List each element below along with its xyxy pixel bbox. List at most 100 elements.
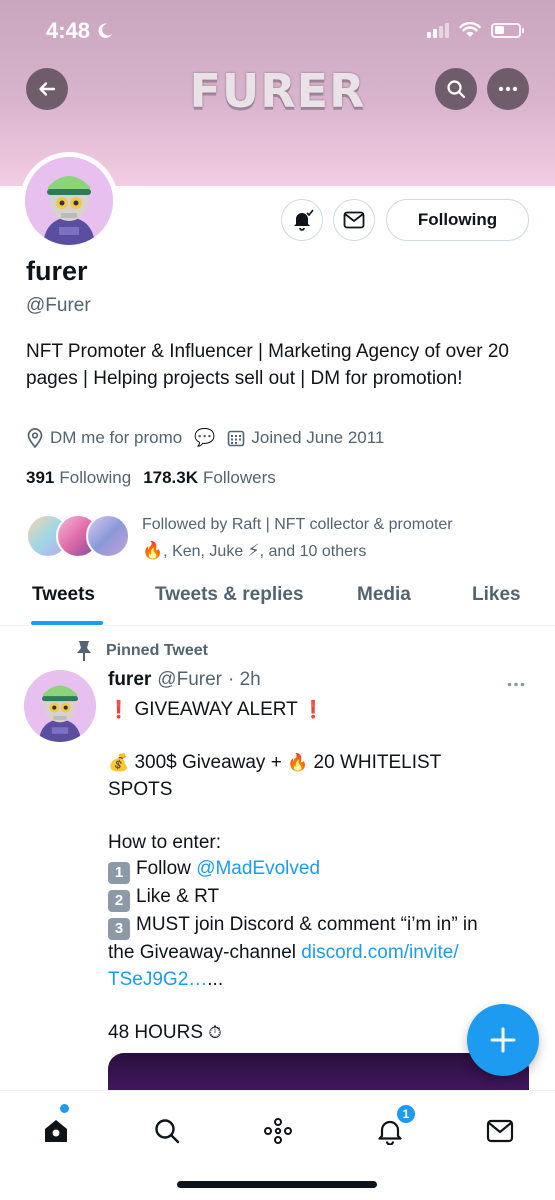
pinned-tweet-text: Pinned Tweet <box>106 642 208 659</box>
tweet-line-text: MUST join Discord & comment “i’m in” in <box>136 914 478 935</box>
keycap-emoji: 1 <box>108 862 130 884</box>
status-icons <box>427 22 524 38</box>
tweet-line-text: Like & RT <box>136 886 220 907</box>
tweet-line: How to enter: <box>108 831 221 853</box>
tweet-author-avatar[interactable] <box>24 670 96 742</box>
speech-bubble-emoji: 💬 <box>194 428 216 448</box>
tweet-line: the Giveaway-channel discord.com/invite/ <box>108 940 528 967</box>
tweet-more-button[interactable] <box>507 674 525 692</box>
mail-icon <box>343 211 365 229</box>
mention-link[interactable]: @MadEvolved <box>196 858 320 879</box>
search-icon <box>155 1119 180 1144</box>
follower-avatar <box>86 514 130 558</box>
keycap-emoji: 2 <box>108 890 130 912</box>
tweet-line: TSeJ9G2…... <box>108 967 528 994</box>
moon-icon <box>98 23 113 38</box>
plus-icon <box>490 1027 516 1053</box>
money-bag-emoji: 💰 <box>108 753 130 773</box>
tweet-time: · 2h <box>227 669 261 690</box>
tweet-line: 1 Follow @MadEvolved <box>108 856 528 884</box>
followers-count: 178.3K <box>143 468 199 487</box>
tweet-line-text: GIVEAWAY ALERT <box>129 699 303 720</box>
nav-search[interactable] <box>147 1111 187 1151</box>
tweet-author-handle[interactable]: @Furer <box>157 669 222 691</box>
following-stat[interactable]: 391 Following <box>26 468 131 488</box>
following-button[interactable]: Following <box>386 199 529 241</box>
more-button[interactable] <box>487 68 529 110</box>
tweet-line-gap <box>108 724 528 751</box>
home-icon <box>45 1120 67 1142</box>
profile-bio: NFT Promoter & Influencer | Marketing Ag… <box>26 341 509 389</box>
exclamation-emoji: ❗ <box>108 700 130 720</box>
avatar-skull-image <box>25 157 113 245</box>
following-count: 391 <box>26 468 55 487</box>
followed-by-line-2b: , and 10 others <box>259 543 367 560</box>
nav-spaces[interactable] <box>258 1111 298 1151</box>
tab-likes[interactable]: Likes <box>472 584 521 606</box>
notifications-bell-button[interactable] <box>281 199 323 241</box>
bell-icon <box>294 209 314 231</box>
followed-by-line-1: Followed by Raft | NFT collector & promo… <box>142 516 453 533</box>
home-indicator <box>177 1181 377 1188</box>
signal-icon <box>427 22 449 38</box>
tweet-line-text: ... <box>207 968 224 990</box>
profile-joined: Joined June 2011 <box>227 428 384 448</box>
tab-media[interactable]: Media <box>357 584 411 606</box>
calendar-icon <box>228 430 245 447</box>
tweet-line: 💰 300$ Giveaway + 🔥 20 WHITELIST <box>108 750 528 777</box>
spaces-icon <box>264 1118 292 1144</box>
tab-tweets[interactable]: Tweets <box>32 584 95 606</box>
tweet-line-text: 48 HOURS <box>108 1021 209 1043</box>
profile-display-name: furer <box>26 256 88 286</box>
home-unread-dot <box>60 1104 69 1113</box>
followed-by-line-2a: , Ken, Juke <box>163 543 244 560</box>
tweet-author-name[interactable]: furer <box>108 669 151 691</box>
mail-icon <box>486 1119 514 1143</box>
followed-by-text: Followed by Raft | NFT collector & promo… <box>142 512 522 565</box>
discord-link[interactable]: discord.com/invite/ <box>301 942 458 963</box>
followers-label: Followers <box>203 468 276 487</box>
tweet-line-gap <box>108 803 528 830</box>
status-time: 4:48 <box>46 18 91 43</box>
compose-tweet-button[interactable] <box>467 1004 539 1076</box>
profile-location: DM me for promo 💬 <box>26 428 215 448</box>
tweet-line: SPOTS <box>108 778 173 800</box>
fire-emoji: 🔥 <box>142 541 164 561</box>
notifications-badge: 1 <box>395 1103 417 1125</box>
fire-emoji: 🔥 <box>287 753 309 773</box>
profile-stats: 391 Following 178.3K Followers <box>26 468 276 488</box>
search-button[interactable] <box>435 68 477 110</box>
profile-handle: @Furer <box>26 295 91 316</box>
tweet-text: ❗ GIVEAWAY ALERT ❗ 💰 300$ Giveaway + 🔥 2… <box>108 697 528 1046</box>
tab-tweets-replies[interactable]: Tweets & replies <box>155 584 304 606</box>
location-text: DM me for promo <box>50 428 183 447</box>
stopwatch-emoji: ⏱ <box>208 1022 222 1043</box>
tweet-line: 3 MUST join Discord & comment “i’m in” in <box>108 912 528 940</box>
following-label: Following <box>59 468 132 487</box>
tweet-line-text: Follow <box>136 858 197 879</box>
profile-avatar[interactable] <box>20 152 118 250</box>
avatar-skull-image <box>24 670 96 742</box>
status-time-group: 4:48 <box>46 18 114 44</box>
joined-text: Joined June 2011 <box>251 428 385 447</box>
active-tab-indicator <box>31 621 103 625</box>
location-icon <box>27 428 43 448</box>
wifi-icon <box>459 22 481 37</box>
keycap-emoji: 3 <box>108 918 130 940</box>
followers-stat[interactable]: 178.3K Followers <box>143 468 276 488</box>
followed-by[interactable]: Followed by Raft | NFT collector & promo… <box>26 512 522 565</box>
lightning-emoji: ⚡ <box>247 541 260 561</box>
nav-home[interactable] <box>36 1111 76 1151</box>
tweet-line: 2 Like & RT <box>108 884 528 912</box>
pin-icon <box>77 641 91 661</box>
discord-link-cont[interactable]: TSeJ9G2… <box>108 969 207 990</box>
more-icon <box>498 86 518 92</box>
tweet-header: furer @Furer · 2h <box>108 669 261 691</box>
more-horizontal-icon <box>507 682 525 687</box>
nav-messages[interactable] <box>480 1111 520 1151</box>
followed-by-avatars <box>26 514 134 560</box>
message-button[interactable] <box>333 199 375 241</box>
tweet-line-text: 20 WHITELIST <box>308 752 442 773</box>
search-icon <box>447 80 466 99</box>
tweet-line-text: the Giveaway-channel <box>108 942 302 963</box>
